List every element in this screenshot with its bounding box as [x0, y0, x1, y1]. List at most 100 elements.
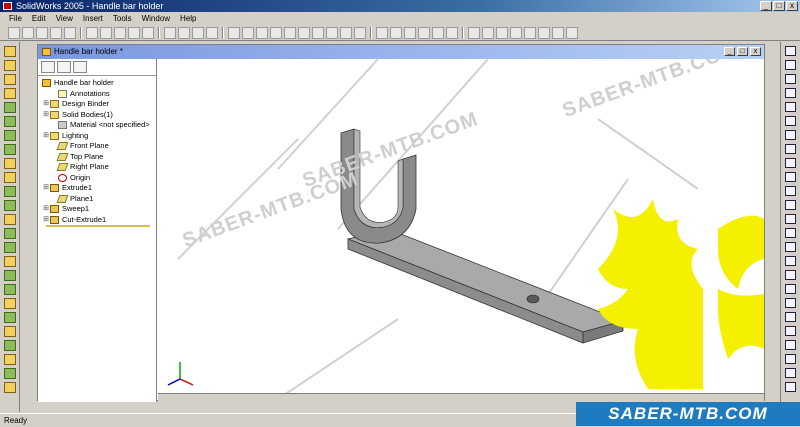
tree-root[interactable]: Handle bar holder: [42, 78, 156, 89]
tree-item-cut-extrude1[interactable]: ⊞ Cut-Extrude1: [42, 215, 156, 226]
sketch-icon[interactable]: [785, 60, 796, 70]
add-relation-icon[interactable]: [785, 354, 796, 364]
view-bottom-icon[interactable]: [298, 26, 310, 39]
open-file-icon[interactable]: [22, 26, 34, 39]
hidden-lines-visible-icon[interactable]: [482, 26, 494, 39]
paste-icon[interactable]: [114, 26, 126, 39]
view-top-icon[interactable]: [284, 26, 296, 39]
doc-maximize-button[interactable]: □: [737, 47, 748, 56]
close-button[interactable]: x: [786, 1, 798, 11]
shadows-icon[interactable]: [538, 26, 550, 39]
menu-help[interactable]: Help: [175, 12, 201, 25]
curves-icon[interactable]: [3, 326, 16, 337]
smart-dimension-icon[interactable]: [785, 74, 796, 84]
hidden-lines-removed-icon[interactable]: [496, 26, 508, 39]
expand-icon[interactable]: ⊞: [42, 204, 50, 215]
tangent-arc-icon[interactable]: [785, 214, 796, 224]
options-icon[interactable]: [178, 26, 190, 39]
3d-sketch-icon[interactable]: [785, 88, 796, 98]
tree-item-sweep1[interactable]: ⊞ Sweep1: [42, 204, 156, 215]
parallelogram-icon[interactable]: [785, 144, 796, 154]
swept-boss-icon[interactable]: [3, 74, 16, 85]
point-icon[interactable]: [785, 270, 796, 280]
tree-item-material[interactable]: Material <not specified>: [50, 120, 156, 131]
copy-icon[interactable]: [100, 26, 112, 39]
tree-item-extrude1[interactable]: ⊞ Extrude1: [42, 183, 156, 194]
print-icon[interactable]: [50, 26, 62, 39]
trim-entities-icon[interactable]: [785, 326, 796, 336]
revolved-cut-icon[interactable]: [3, 116, 16, 127]
view-front-icon[interactable]: [228, 26, 240, 39]
menu-view[interactable]: View: [51, 12, 78, 25]
zoom-selection-icon[interactable]: [418, 26, 430, 39]
dome-icon[interactable]: [3, 242, 16, 253]
rectangle-icon[interactable]: [785, 130, 796, 140]
print-preview-icon[interactable]: [64, 26, 76, 39]
zoom-to-fit-icon[interactable]: [376, 26, 388, 39]
polygon-icon[interactable]: [785, 158, 796, 168]
zoom-in-out-icon[interactable]: [404, 26, 416, 39]
grid-icon[interactable]: [206, 26, 218, 39]
tree-item-design-binder[interactable]: ⊞ Design Binder: [42, 99, 156, 110]
mirror-entities-icon[interactable]: [785, 340, 796, 350]
flex-icon[interactable]: [3, 354, 16, 365]
tree-item-top-plane[interactable]: Top Plane: [50, 152, 156, 163]
horizontal-scrollbar[interactable]: [158, 393, 764, 402]
line-icon[interactable]: [785, 116, 796, 126]
tree-item-solid-bodies[interactable]: ⊞ Solid Bodies(1): [42, 110, 156, 121]
circular-pattern-icon[interactable]: [3, 270, 16, 281]
tree-item-annotations[interactable]: Annotations: [50, 89, 156, 100]
menu-file[interactable]: File: [4, 12, 27, 25]
wireframe-icon[interactable]: [468, 26, 480, 39]
menu-insert[interactable]: Insert: [78, 12, 108, 25]
pan-icon[interactable]: [446, 26, 458, 39]
section-view-icon[interactable]: [552, 26, 564, 39]
split-icon[interactable]: [3, 382, 16, 393]
realview-icon[interactable]: [566, 26, 578, 39]
minimize-button[interactable]: _: [760, 1, 772, 11]
repair-sketch-icon[interactable]: [785, 382, 796, 392]
perimeter-circle-icon[interactable]: [785, 186, 796, 196]
centerpoint-arc-icon[interactable]: [785, 200, 796, 210]
reference-plane-icon[interactable]: [3, 298, 16, 309]
redo-icon[interactable]: [142, 26, 154, 39]
zoom-area-icon[interactable]: [390, 26, 402, 39]
rib-icon[interactable]: [3, 186, 16, 197]
tree-item-front-plane[interactable]: Front Plane: [50, 141, 156, 152]
select-pointer-icon[interactable]: [785, 46, 796, 56]
swept-cut-icon[interactable]: [3, 130, 16, 141]
ellipse-icon[interactable]: [785, 242, 796, 252]
expand-icon[interactable]: ⊞: [42, 183, 50, 194]
fillet-icon[interactable]: [3, 158, 16, 169]
lofted-cut-icon[interactable]: [3, 144, 16, 155]
undo-icon[interactable]: [128, 26, 140, 39]
instant3d-icon[interactable]: [3, 368, 16, 379]
shaded-icon[interactable]: [524, 26, 536, 39]
select-icon[interactable]: [192, 26, 204, 39]
mirror-icon[interactable]: [3, 284, 16, 295]
view-right-icon[interactable]: [270, 26, 282, 39]
circle-icon[interactable]: [785, 172, 796, 182]
offset-entities-icon[interactable]: [785, 312, 796, 322]
rebuild-icon[interactable]: [164, 26, 176, 39]
tree-item-origin[interactable]: Origin: [50, 173, 156, 184]
three-point-arc-icon[interactable]: [785, 228, 796, 238]
expand-icon[interactable]: ⊞: [42, 99, 50, 110]
display-relations-icon[interactable]: [785, 368, 796, 378]
menu-tools[interactable]: Tools: [108, 12, 137, 25]
lofted-boss-icon[interactable]: [3, 88, 16, 99]
sketch-fillet-icon[interactable]: [785, 298, 796, 308]
linear-pattern-icon[interactable]: [3, 256, 16, 267]
view-left-icon[interactable]: [256, 26, 268, 39]
configuration-manager-tab-icon[interactable]: [73, 61, 87, 73]
feature-tree-tab-icon[interactable]: [41, 61, 55, 73]
new-file-icon[interactable]: [8, 26, 20, 39]
draft-icon[interactable]: [3, 214, 16, 225]
doc-close-button[interactable]: x: [750, 47, 761, 56]
extruded-cut-icon[interactable]: [3, 102, 16, 113]
revolved-boss-icon[interactable]: [3, 60, 16, 71]
view-dimetric-icon[interactable]: [340, 26, 352, 39]
extruded-boss-icon[interactable]: [3, 46, 16, 57]
rollback-bar[interactable]: [46, 225, 150, 227]
grid-snap-icon[interactable]: [785, 102, 796, 112]
